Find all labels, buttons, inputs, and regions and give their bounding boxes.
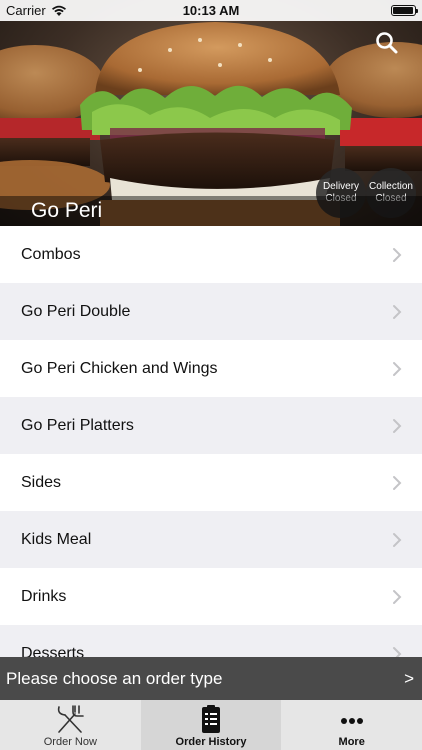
battery-level xyxy=(393,7,413,14)
battery-icon xyxy=(391,5,418,16)
chevron-right-icon xyxy=(393,646,402,657)
menu-category-item[interactable]: Combos xyxy=(0,226,422,283)
menu-category-label: Kids Meal xyxy=(21,530,92,548)
menu-category-label: Sides xyxy=(21,473,62,491)
restaurant-name: Go Peri xyxy=(0,196,422,226)
chevron-right-icon xyxy=(393,361,402,376)
menu-category-label: Drinks xyxy=(21,587,67,605)
search-button[interactable] xyxy=(374,30,400,56)
menu-category-item[interactable]: Kids Meal xyxy=(0,511,422,568)
tab-order-now-label: Order Now xyxy=(43,736,97,748)
menu-category-list: Combos Go Peri Double Go Peri Chicken and … xyxy=(0,226,422,657)
collection-label: Collection xyxy=(369,181,413,192)
hero-banner: Delivery Closed Collection Closed Go Per… xyxy=(0,0,422,226)
search-icon xyxy=(376,32,398,54)
menu-category-item[interactable]: Go Peri Double xyxy=(0,283,422,340)
status-bar: Carrier 10:13 AM xyxy=(0,0,422,21)
tab-more[interactable]: More xyxy=(281,700,422,750)
chevron-right-icon xyxy=(393,589,402,604)
menu-category-item[interactable]: Go Peri Chicken and Wings xyxy=(0,340,422,397)
tab-order-now[interactable]: Order Now xyxy=(0,700,141,750)
tab-order-history-label: Order History xyxy=(175,736,247,748)
tab-order-history[interactable]: Order History xyxy=(140,700,282,750)
clipboard-list-icon xyxy=(202,705,220,733)
chevron-right-icon xyxy=(393,247,402,262)
tab-bar: Order Now Order History More xyxy=(0,700,422,750)
menu-category-label: Go Peri Platters xyxy=(21,416,134,434)
menu-category-item[interactable]: Desserts xyxy=(0,625,422,657)
menu-category-label: Go Peri Double xyxy=(21,302,131,320)
chevron-right-icon xyxy=(393,532,402,547)
menu-category-label: Combos xyxy=(21,245,81,263)
fork-knife-icon xyxy=(58,705,85,733)
menu-category-label: Desserts xyxy=(21,644,85,658)
menu-category-item[interactable]: Sides xyxy=(0,454,422,511)
delivery-label: Delivery xyxy=(322,181,360,192)
menu-category-item[interactable]: Go Peri Platters xyxy=(0,397,422,454)
chevron-right-icon xyxy=(393,475,402,490)
order-type-arrow: > xyxy=(404,668,414,688)
order-type-label: Please choose an order type xyxy=(6,668,223,688)
carrier-label: Carrier xyxy=(6,3,46,18)
wifi-icon xyxy=(51,5,66,16)
more-dots-icon xyxy=(340,718,363,724)
chevron-right-icon xyxy=(393,418,402,433)
menu-category-label: Go Peri Chicken and Wings xyxy=(21,359,218,377)
order-type-button[interactable]: Please choose an order type > xyxy=(0,657,422,700)
chevron-right-icon xyxy=(393,304,402,319)
tab-more-label: More xyxy=(338,736,365,748)
menu-category-item[interactable]: Drinks xyxy=(0,568,422,625)
